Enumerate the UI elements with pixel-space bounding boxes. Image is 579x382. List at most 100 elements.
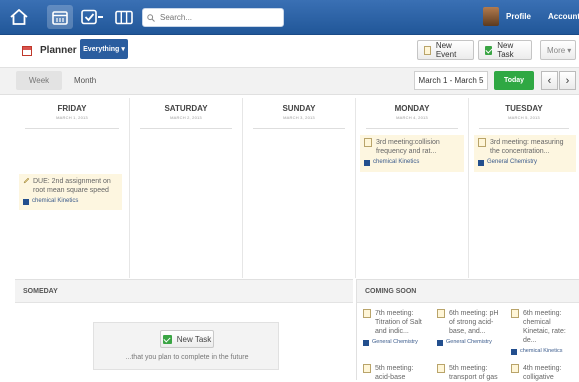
item-title: 4th meeting: colligative (523, 365, 562, 381)
today-button[interactable]: Today (494, 71, 534, 90)
planner-title-text: Planner (40, 45, 77, 56)
item-title: 5th meeting: acid-base (375, 365, 414, 381)
event-title: 3rd meeting: measuring the concentration… (490, 139, 564, 155)
coming-soon-item[interactable]: 7th meeting: Titration of Salt and indic… (363, 309, 429, 347)
day-column-monday[interactable]: MONDAY MARCH 4, 2013 (356, 98, 468, 278)
checklist-dropdown-icon (81, 9, 103, 25)
course-color-swatch (364, 159, 370, 166)
day-header: FRIDAY MARCH 1, 2013 (25, 98, 119, 129)
new-event-label: New Event (435, 41, 457, 59)
event-title: DUE: 2nd assignment on root mean square … (33, 178, 111, 194)
course-color-swatch (363, 339, 369, 346)
checkmark-icon (485, 45, 493, 55)
day-date: MARCH 4, 2013 (396, 115, 428, 120)
coming-soon-item[interactable]: 4th meeting: colligative (511, 364, 577, 382)
home-icon (10, 9, 28, 25)
event-card-friday[interactable]: DUE: 2nd assignment on root mean square … (19, 174, 122, 210)
next-week-button[interactable]: › (559, 71, 576, 90)
new-event-button[interactable]: New Event (417, 40, 474, 60)
item-title: 5th meeting: transport of gas (449, 365, 498, 381)
account-link[interactable]: Account (548, 12, 579, 21)
event-doc-icon (424, 45, 431, 55)
someday-new-task-label: New Task (176, 334, 212, 344)
books-icon (115, 10, 133, 24)
item-course-tag[interactable]: General Chemistry (372, 338, 418, 347)
day-header: TUESDAY MARCH 5, 2013 (479, 98, 569, 129)
day-name: SUNDAY (282, 104, 316, 113)
library-nav-button[interactable] (111, 5, 137, 29)
day-name: MONDAY (394, 104, 430, 113)
event-course-tag[interactable]: chemical Kinetics (373, 158, 419, 167)
event-doc-icon (511, 309, 519, 318)
everything-filter-dropdown[interactable]: Everything ▾ (80, 39, 128, 59)
top-navigation-bar: Profile Account (0, 0, 579, 35)
item-title: 7th meeting: Titration of Salt and indic… (375, 310, 422, 335)
someday-empty-state: New Task ...that you plan to complete in… (93, 322, 279, 370)
search-box[interactable] (142, 8, 284, 27)
tab-month[interactable]: Month (74, 76, 96, 85)
checkmark-icon (162, 334, 172, 344)
chevron-down-icon: ▾ (567, 45, 572, 55)
coming-soon-panel: COMING SOON 7th meeting: Titration of Sa… (356, 279, 579, 382)
calendar-icon (52, 10, 68, 25)
day-date: MARCH 2, 2013 (170, 115, 202, 120)
coming-soon-item[interactable]: 5th meeting: acid-base (363, 364, 429, 382)
day-name: TUESDAY (505, 104, 543, 113)
prev-week-button[interactable]: ‹ (541, 71, 558, 90)
event-doc-icon (363, 309, 371, 318)
search-input[interactable] (158, 12, 282, 23)
course-color-swatch (437, 339, 443, 346)
day-header: SATURDAY MARCH 2, 2013 (140, 98, 232, 129)
more-dropdown-button[interactable]: More ▾ (540, 40, 576, 60)
item-title: 6th meeting: pH of strong acid-base, and… (449, 310, 499, 335)
someday-header: SOMEDAY (15, 280, 353, 303)
course-color-swatch (511, 348, 517, 355)
avatar[interactable] (483, 7, 499, 26)
someday-panel: SOMEDAY New Task ...that you plan to com… (15, 279, 353, 380)
course-color-swatch (23, 198, 29, 205)
event-doc-icon (511, 364, 519, 373)
day-name: SATURDAY (164, 104, 208, 113)
event-doc-icon (364, 138, 372, 147)
course-color-swatch (478, 159, 484, 166)
event-title: 3rd meeting:collision frequency and rat.… (376, 139, 440, 155)
day-header: MONDAY MARCH 4, 2013 (366, 98, 458, 129)
event-card-tuesday[interactable]: 3rd meeting: measuring the concentration… (474, 135, 576, 172)
filter-label: Everything (83, 45, 120, 53)
search-icon (147, 13, 155, 22)
date-range-display[interactable]: March 1 - March 5 (414, 71, 488, 90)
someday-new-task-button[interactable]: New Task (160, 330, 214, 348)
event-card-monday[interactable]: 3rd meeting:collision frequency and rat.… (360, 135, 464, 172)
event-doc-icon (363, 364, 371, 373)
tasks-nav-button[interactable] (78, 5, 108, 29)
coming-soon-item[interactable]: 6th meeting: chemical Kinetaic, rate: de… (511, 309, 577, 356)
coming-soon-item[interactable]: 6th meeting: pH of strong acid-base, and… (437, 309, 503, 347)
page-title: Planner (22, 45, 77, 56)
day-date: MARCH 3, 2013 (283, 115, 315, 120)
new-task-label: New Task (497, 41, 514, 59)
tab-week[interactable]: Week (16, 71, 62, 90)
new-task-button[interactable]: New Task (478, 40, 532, 60)
item-title: 6th meeting: chemical Kinetaic, rate: de… (523, 310, 566, 344)
event-doc-icon (437, 309, 445, 318)
day-column-sunday[interactable]: SUNDAY MARCH 3, 2013 (243, 98, 355, 278)
event-course-tag[interactable]: chemical Kinetics (32, 197, 78, 206)
day-column-tuesday[interactable]: TUESDAY MARCH 5, 2013 (469, 98, 579, 278)
coming-soon-item[interactable]: 5th meeting: transport of gas (437, 364, 503, 382)
day-header: SUNDAY MARCH 3, 2013 (253, 98, 345, 129)
item-course-tag[interactable]: chemical Kinetics (520, 347, 563, 356)
profile-link[interactable]: Profile (506, 12, 531, 21)
someday-hint-text: ...that you plan to complete in the futu… (125, 354, 249, 361)
event-course-tag[interactable]: General Chemistry (487, 158, 537, 167)
day-column-saturday[interactable]: SATURDAY MARCH 2, 2013 (130, 98, 242, 278)
planner-nav-button[interactable] (47, 5, 73, 29)
planner-calendar-icon (22, 45, 32, 56)
event-doc-icon (478, 138, 486, 147)
chevron-down-icon: ▾ (121, 46, 125, 53)
home-button[interactable] (6, 5, 32, 29)
item-course-tag[interactable]: General Chemistry (446, 338, 492, 347)
coming-soon-header: COMING SOON (357, 280, 579, 303)
day-date: MARCH 5, 2013 (508, 115, 540, 120)
day-name: FRIDAY (57, 104, 87, 113)
pencil-icon (23, 177, 30, 187)
